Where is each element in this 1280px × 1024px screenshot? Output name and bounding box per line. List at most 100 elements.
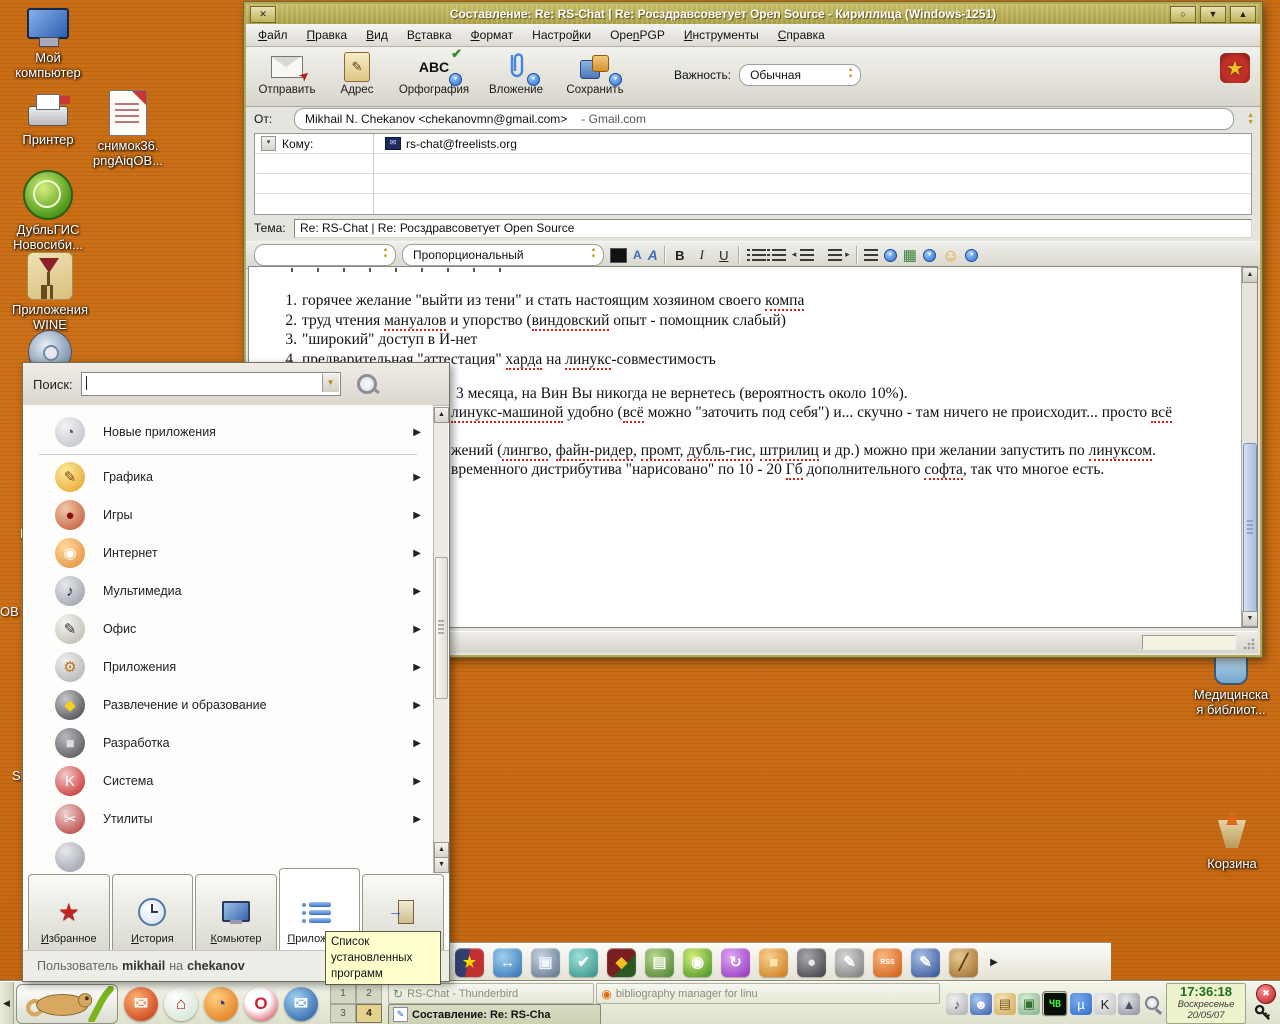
recipient-row[interactable]: ▾Кому: ✉rs-chat@freelists.org (255, 134, 1251, 154)
menu-item-openpgp[interactable]: OpenPGP (610, 28, 665, 42)
close-icon[interactable]: ✕ (250, 6, 276, 23)
start-menu-item-edutainment[interactable]: ◆Развлечение и образование▶ (23, 686, 433, 724)
search-history-dropdown-icon[interactable]: ▼ (322, 374, 339, 392)
smiley-icon[interactable]: ☺ (942, 247, 959, 264)
keyboard-layout-indicator[interactable]: ЧВ (1042, 991, 1068, 1017)
panel-hide-icon[interactable]: ◀ (0, 982, 14, 1024)
maximize-icon[interactable]: ▲ (1230, 6, 1256, 23)
search-input[interactable]: ▼ (81, 372, 341, 396)
numbered-list-icon[interactable] (772, 249, 786, 261)
pager-desktop-4[interactable]: 4 (356, 1004, 382, 1024)
tab-computer[interactable]: Комьютер (195, 874, 277, 951)
desktop-icon-snapshot[interactable]: снимок36. pngAiqOB... (80, 90, 176, 168)
menu-item-вставка[interactable]: Вставка (407, 28, 452, 42)
bullet-list-icon[interactable] (752, 249, 766, 261)
vote-check-icon[interactable]: ✔ (569, 948, 598, 977)
indent-icon[interactable] (828, 249, 842, 261)
recipient-row-empty[interactable] (255, 174, 1251, 194)
kde-app-icon[interactable]: K (1094, 993, 1116, 1015)
font-select[interactable]: Пропорциональный▲▼ (402, 244, 604, 266)
start-menu-button[interactable] (16, 984, 118, 1024)
outdent-icon[interactable] (800, 249, 814, 261)
wolf-icon[interactable]: ▲ (1118, 993, 1140, 1015)
camera-icon[interactable]: ● (797, 948, 826, 977)
italic-button[interactable]: I (694, 247, 710, 263)
gimp-icon[interactable]: ✎ (835, 948, 864, 977)
scrollbar-thumb[interactable] (435, 557, 448, 699)
start-menu-item-system[interactable]: KСистема▶ (23, 762, 433, 800)
resize-grip[interactable] (1242, 637, 1256, 651)
menu-item-настройки[interactable]: Настройки (532, 28, 591, 42)
thunderbird-icon[interactable]: ✉ (284, 987, 318, 1021)
package-arrows-icon[interactable]: ↔ (493, 948, 522, 977)
volume-icon[interactable]: ♪ (946, 993, 968, 1015)
messenger-icon[interactable]: ☻ (970, 993, 992, 1015)
pen-icon[interactable]: ✎ (911, 948, 940, 977)
translator-flags-icon[interactable]: ★ (455, 948, 484, 977)
underline-button[interactable]: U (716, 248, 732, 263)
sticky-icon[interactable]: ○ (1170, 6, 1196, 23)
start-menu-scrollbar[interactable]: ▲ ▲ ▼ (433, 407, 448, 873)
pager-desktop-1[interactable]: 1 (330, 984, 356, 1004)
menu-item-файл[interactable]: Файл (258, 28, 288, 42)
scroll-down-icon[interactable]: ▼ (1242, 611, 1258, 627)
start-menu-item-applications[interactable]: ⚙Приложения▶ (23, 648, 433, 686)
address-button[interactable]: ✎ Адрес (322, 50, 392, 96)
menu-item-инструменты[interactable]: Инструменты (684, 28, 759, 42)
desktop-icon-trash[interactable]: Корзина (1184, 812, 1280, 871)
scroll-up-icon[interactable]: ▲ (434, 407, 449, 423)
alignment-dropdown-icon[interactable]: ▼ (884, 249, 897, 262)
desktop-icon-dublgis[interactable]: ДубльГИС Новосиби... (0, 170, 96, 252)
lock-key-icon[interactable] (1254, 1004, 1272, 1022)
start-menu-item-games[interactable]: ●Игры▶ (23, 496, 433, 534)
magnifier-icon[interactable] (1142, 993, 1164, 1015)
taskbar-task[interactable]: ✎Составление: Re: RS-Cha (388, 1004, 601, 1024)
tab-history[interactable]: История (112, 874, 194, 951)
panel-clock[interactable]: 17:36:18 Воскресенье 20/05/07 (1166, 983, 1246, 1024)
logout-icon[interactable]: ✖ (1256, 984, 1276, 1004)
menu-item-справка[interactable]: Справка (778, 28, 825, 42)
desktop-icon-my-computer[interactable]: Мой компьютер (0, 8, 96, 80)
bold-button[interactable]: B (672, 248, 688, 263)
start-menu-item-new-apps[interactable]: ◔Новые приложения▶ (23, 413, 433, 451)
smiley-dropdown-icon[interactable]: ▼ (965, 249, 978, 262)
network-monitor-icon[interactable]: ▣ (1018, 993, 1040, 1015)
image-dropdown-icon[interactable]: ▼ (923, 249, 936, 262)
save-button[interactable]: ▼ Сохранить (556, 50, 634, 96)
opera-icon[interactable]: O (244, 987, 278, 1021)
alignment-icon[interactable] (864, 249, 878, 261)
window-titlebar[interactable]: ✕ Составление: Re: RS-Chat | Re: Росздра… (246, 4, 1260, 24)
start-menu-item-development[interactable]: ■Разработка▶ (23, 724, 433, 762)
rss-icon[interactable]: RSS (873, 948, 902, 977)
scrollbar-thumb[interactable] (1243, 443, 1257, 613)
decrease-font-icon[interactable]: A (633, 248, 642, 262)
attachment-button[interactable]: ▼ Вложение (476, 50, 556, 96)
sync-arrows-icon[interactable]: ↻ (721, 948, 750, 977)
home-icon[interactable]: ⌂ (164, 987, 198, 1021)
pager-desktop-3[interactable]: 3 (330, 1004, 356, 1024)
recipient-type-dropdown-icon[interactable]: ▾ (261, 136, 276, 151)
green-book-icon[interactable]: ▤ (645, 948, 674, 977)
save-dropdown-icon[interactable]: ▼ (609, 73, 622, 86)
spelling-button[interactable]: ABC✔▼ Орфография (392, 50, 476, 96)
pager-desktop-2[interactable]: 2 (356, 984, 382, 1004)
minimize-icon[interactable]: ▼ (1200, 6, 1226, 23)
firefox-icon[interactable]: ◔ (204, 987, 238, 1021)
subject-input[interactable]: Re: RS-Chat | Re: Росздравсоветует Open … (294, 219, 1252, 238)
increase-font-icon[interactable]: A (648, 247, 658, 263)
dictionary-icon[interactable]: ◆ (607, 948, 636, 977)
start-menu-item-office[interactable]: ✎Офис▶ (23, 610, 433, 648)
mail-client-icon[interactable]: ✉ (124, 987, 158, 1021)
importance-select[interactable]: Обычная ▲▼ (739, 64, 861, 86)
dublgis-emblem-icon[interactable]: ◉ (683, 948, 712, 977)
menu-item-вид[interactable]: Вид (366, 28, 388, 42)
desktop-icon-wine-apps[interactable]: Приложения WINE (2, 252, 98, 332)
from-spin-arrows-icon[interactable]: ▲▼ (1247, 112, 1254, 126)
start-menu-item-partial[interactable] (23, 838, 433, 875)
paintbrush-icon[interactable]: ╱ (949, 948, 978, 977)
start-menu-item-utilities[interactable]: ✂Утилиты▶ (23, 800, 433, 838)
font-color-swatch[interactable] (610, 248, 627, 263)
recipient-row-empty[interactable] (255, 154, 1251, 174)
cube-box-icon[interactable]: ■ (759, 948, 788, 977)
editor-scrollbar[interactable]: ▲ ▼ (1241, 267, 1257, 627)
